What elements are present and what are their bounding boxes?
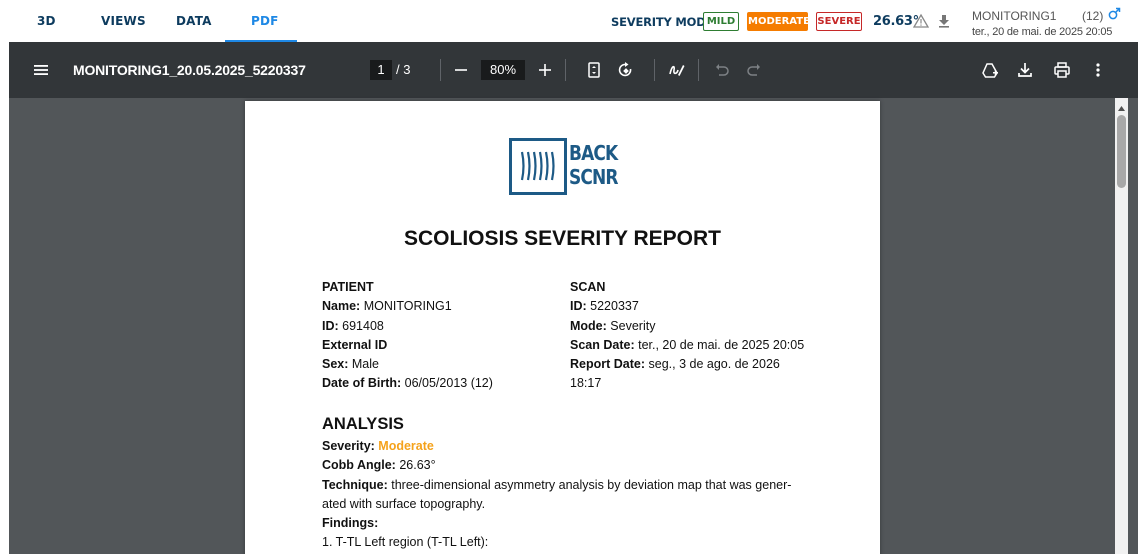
technique-text-continued: ated with surface topography. <box>322 496 486 511</box>
more-icon[interactable] <box>1087 59 1109 81</box>
patient-section: PATIENT Name: MONITORING1 ID: 691408 Ext… <box>322 278 493 394</box>
zoom-in-icon[interactable] <box>534 59 556 81</box>
severity-mode-label: SEVERITY MODE <box>611 15 714 29</box>
zoom-out-icon[interactable] <box>450 59 472 81</box>
pdf-toolbar: MONITORING1_20.05.2025_5220337 1 / 3 80% <box>9 42 1138 98</box>
tab-3d[interactable]: 3D <box>37 14 56 28</box>
annotate-icon[interactable] <box>666 59 688 81</box>
severity-severe-button[interactable]: SEVERE <box>816 12 862 31</box>
patient-heading: PATIENT <box>322 280 374 294</box>
print-icon[interactable] <box>1051 59 1073 81</box>
sex-label: Sex: <box>322 357 349 372</box>
findings-label: Findings: <box>322 516 379 531</box>
report-title: SCOLIOSIS SEVERITY REPORT <box>403 227 721 250</box>
technique-text: three-dimensional asymmetry analysis by … <box>391 477 792 492</box>
zoom-level-input[interactable]: 80% <box>481 60 525 80</box>
tab-views[interactable]: VIEWS <box>101 14 146 28</box>
rotate-icon[interactable] <box>615 59 637 81</box>
report-date-value: seg., 3 de ago. de 2026 <box>648 357 780 372</box>
scan-section: SCAN ID: 5220337 Mode: Severity Scan Dat… <box>570 278 815 394</box>
finding-item: 1. T-TL Left region (T-TL Left): <box>322 535 489 550</box>
pdf-document-title: MONITORING1_20.05.2025_5220337 <box>73 62 306 78</box>
name-label: Name: <box>322 299 361 314</box>
pdf-page: BACK SCNR SCOLIOSIS SEVERITY REPORT PATI… <box>245 101 880 554</box>
mode-label: Mode: <box>570 318 607 333</box>
download-icon[interactable] <box>1014 59 1036 81</box>
mode-value: Severity <box>610 318 656 333</box>
severity-label: Severity: <box>322 439 375 453</box>
analysis-section: Severity: Moderate Cobb Angle: 26.63° Te… <box>322 437 812 553</box>
warning-icon[interactable] <box>912 13 930 29</box>
patient-id-value: 691408 <box>342 318 384 333</box>
report-date-label: Report Date: <box>570 357 646 372</box>
patient-scan-date: ter., 20 de mai. de 2025 20:05 <box>972 26 1113 38</box>
dob-value: 06/05/2013 (12) <box>404 376 493 391</box>
page-number-input[interactable]: 1 <box>370 60 392 80</box>
toolbar-divider <box>698 59 699 81</box>
severity-value: Moderate <box>378 439 434 453</box>
technique-label: Technique: <box>322 477 388 492</box>
redo-icon[interactable] <box>743 59 765 81</box>
id-label: ID: <box>322 318 339 333</box>
scan-id-value: 5220337 <box>590 299 639 314</box>
logo-line-1: BACK <box>569 141 618 165</box>
fit-page-icon[interactable] <box>583 59 605 81</box>
page-total: / 3 <box>396 62 411 77</box>
tab-data[interactable]: DATA <box>176 14 212 28</box>
undo-icon[interactable] <box>711 59 733 81</box>
download-icon[interactable] <box>936 13 952 29</box>
external-id-label: External ID <box>322 337 388 352</box>
menu-icon[interactable] <box>30 59 52 81</box>
report-time-value: 18:17 <box>570 376 602 391</box>
patient-scan-count: (12) <box>1082 9 1104 23</box>
scan-heading: SCAN <box>570 280 606 294</box>
patient-name: MONITORING1 <box>972 9 1057 23</box>
severity-moderate-button[interactable]: MODERATE <box>747 12 810 31</box>
scan-date-value: ter., 20 de mai. de 2025 20:05 <box>638 337 805 352</box>
patient-name-value: MONITORING1 <box>363 299 452 314</box>
scan-date-label: Scan Date: <box>570 337 635 352</box>
scroll-up-arrow-icon[interactable] <box>1117 100 1126 111</box>
severity-mild-button[interactable]: MILD <box>703 12 739 31</box>
sex-value: Male <box>351 357 379 372</box>
cobb-angle-label: Cobb Angle: <box>322 458 396 473</box>
toolbar-divider <box>565 59 566 81</box>
male-icon <box>1108 6 1121 20</box>
dob-label: Date of Birth: <box>322 376 402 391</box>
drive-add-icon[interactable] <box>979 59 1001 81</box>
scrollbar-thumb[interactable] <box>1117 115 1126 188</box>
logo-line-2: SCNR <box>569 165 619 189</box>
tab-pdf[interactable]: PDF <box>251 14 279 28</box>
toolbar-divider <box>440 59 441 81</box>
app-header: 3D VIEWS DATA PDF SEVERITY MODE MILD MOD… <box>0 0 1138 42</box>
cobb-angle-report-value: 26.63° <box>399 458 436 473</box>
scan-id-label: ID: <box>570 299 587 314</box>
toolbar-divider <box>654 59 655 81</box>
cobb-angle-value: 26.63° <box>873 14 919 29</box>
analysis-heading: ANALYSIS <box>322 415 404 433</box>
logo-text: BACK SCNR <box>569 141 619 189</box>
